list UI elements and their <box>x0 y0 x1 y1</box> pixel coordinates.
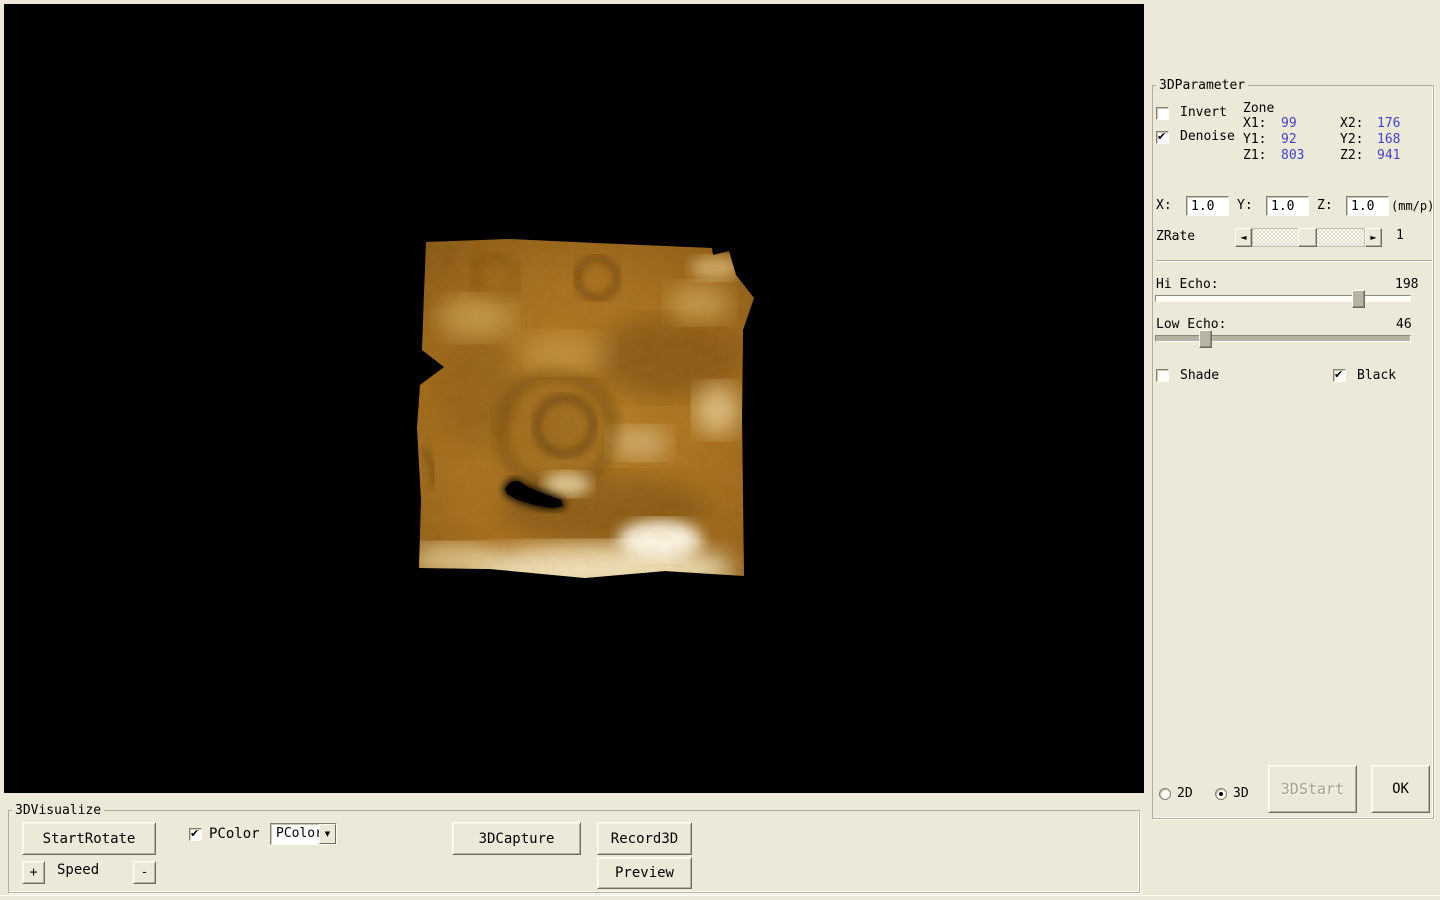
zrate-left-arrow-icon[interactable]: ◄ <box>1235 228 1252 247</box>
render-viewport[interactable] <box>4 4 1144 793</box>
x-scale-input[interactable] <box>1186 196 1229 216</box>
low-echo-label: Low Echo: <box>1156 318 1226 332</box>
speed-label: Speed <box>57 863 99 877</box>
z-scale-label: Z: <box>1317 199 1333 213</box>
shade-checkbox[interactable] <box>1156 369 1169 382</box>
zrate-value: 1 <box>1396 229 1404 243</box>
pcolor-dropdown[interactable]: PColor ▼ <box>270 823 337 845</box>
zrate-thumb[interactable] <box>1298 228 1317 247</box>
zrate-scrollbar[interactable]: ◄ ► <box>1235 228 1382 247</box>
shade-label: Shade <box>1180 369 1219 383</box>
parameter-group-title: 3DParameter <box>1156 78 1248 93</box>
hi-echo-thumb[interactable] <box>1352 290 1365 308</box>
zone-y2-label: Y2: <box>1340 133 1363 147</box>
hi-echo-label: Hi Echo: <box>1156 278 1219 292</box>
checkmark: ✔ <box>1334 368 1343 381</box>
zrate-right-arrow-icon[interactable]: ► <box>1365 228 1382 247</box>
zone-x2-label: X2: <box>1340 117 1363 131</box>
ultrasound-3d-render[interactable] <box>415 238 757 580</box>
zone-y1-label: Y1: <box>1243 133 1266 147</box>
denoise-label: Denoise <box>1180 130 1235 144</box>
3dstart-button[interactable]: 3DStart <box>1268 765 1357 813</box>
pcolor-dropdown-value: PColor <box>276 826 323 841</box>
zone-z1-label: Z1: <box>1243 149 1266 163</box>
checkmark: ✔ <box>190 827 199 840</box>
y-scale-input[interactable] <box>1266 196 1309 216</box>
z-scale-input[interactable] <box>1346 196 1389 216</box>
ok-button[interactable]: OK <box>1371 765 1430 813</box>
start-rotate-button[interactable]: StartRotate <box>22 822 156 855</box>
zone-z1-value: 803 <box>1281 149 1304 163</box>
zone-x2-value: 176 <box>1377 117 1400 131</box>
invert-checkbox[interactable] <box>1156 107 1169 120</box>
app-window: { "colors": { "panel_bg": "#ece9d8", "vi… <box>0 0 1440 900</box>
mode-2d-label: 2D <box>1177 787 1193 801</box>
mode-3d-label: 3D <box>1233 787 1249 801</box>
zone-y1-value: 92 <box>1281 133 1297 147</box>
black-label: Black <box>1357 369 1396 383</box>
low-echo-value: 46 <box>1396 318 1412 332</box>
black-checkbox[interactable]: ✔ <box>1333 369 1346 382</box>
record3d-button[interactable]: Record3D <box>597 822 692 855</box>
zone-y2-value: 168 <box>1377 133 1400 147</box>
denoise-checkbox[interactable]: ✔ <box>1156 131 1169 144</box>
invert-label: Invert <box>1180 106 1227 120</box>
x-scale-label: X: <box>1156 199 1172 213</box>
zone-label: Zone <box>1243 102 1274 116</box>
checkmark: ✔ <box>1157 130 1166 143</box>
hi-echo-value: 198 <box>1395 278 1418 292</box>
zone-x1-value: 99 <box>1281 117 1297 131</box>
visualize-group-title: 3DVisualize <box>12 803 104 818</box>
y-scale-label: Y: <box>1237 199 1253 213</box>
hi-echo-track[interactable] <box>1155 295 1411 302</box>
pcolor-checkbox-label: PColor <box>209 827 260 841</box>
low-echo-track[interactable] <box>1155 335 1411 342</box>
mode-2d-radio[interactable] <box>1159 788 1171 800</box>
separator <box>1156 260 1432 262</box>
zone-z2-value: 941 <box>1377 149 1400 163</box>
zone-x1-label: X1: <box>1243 117 1266 131</box>
pcolor-checkbox[interactable]: ✔ <box>189 828 202 841</box>
chevron-down-icon[interactable]: ▼ <box>319 824 336 844</box>
speed-plus-button[interactable]: + <box>22 861 45 884</box>
speed-minus-button[interactable]: - <box>133 861 156 884</box>
3dcapture-button[interactable]: 3DCapture <box>452 822 581 855</box>
zone-z2-label: Z2: <box>1340 149 1363 163</box>
scale-unit-label: (mm/p) <box>1391 199 1434 213</box>
mode-3d-radio[interactable] <box>1215 788 1227 800</box>
preview-button[interactable]: Preview <box>597 857 692 889</box>
zrate-label: ZRate <box>1156 230 1195 244</box>
low-echo-thumb[interactable] <box>1199 330 1212 348</box>
window-edge <box>0 895 1440 896</box>
